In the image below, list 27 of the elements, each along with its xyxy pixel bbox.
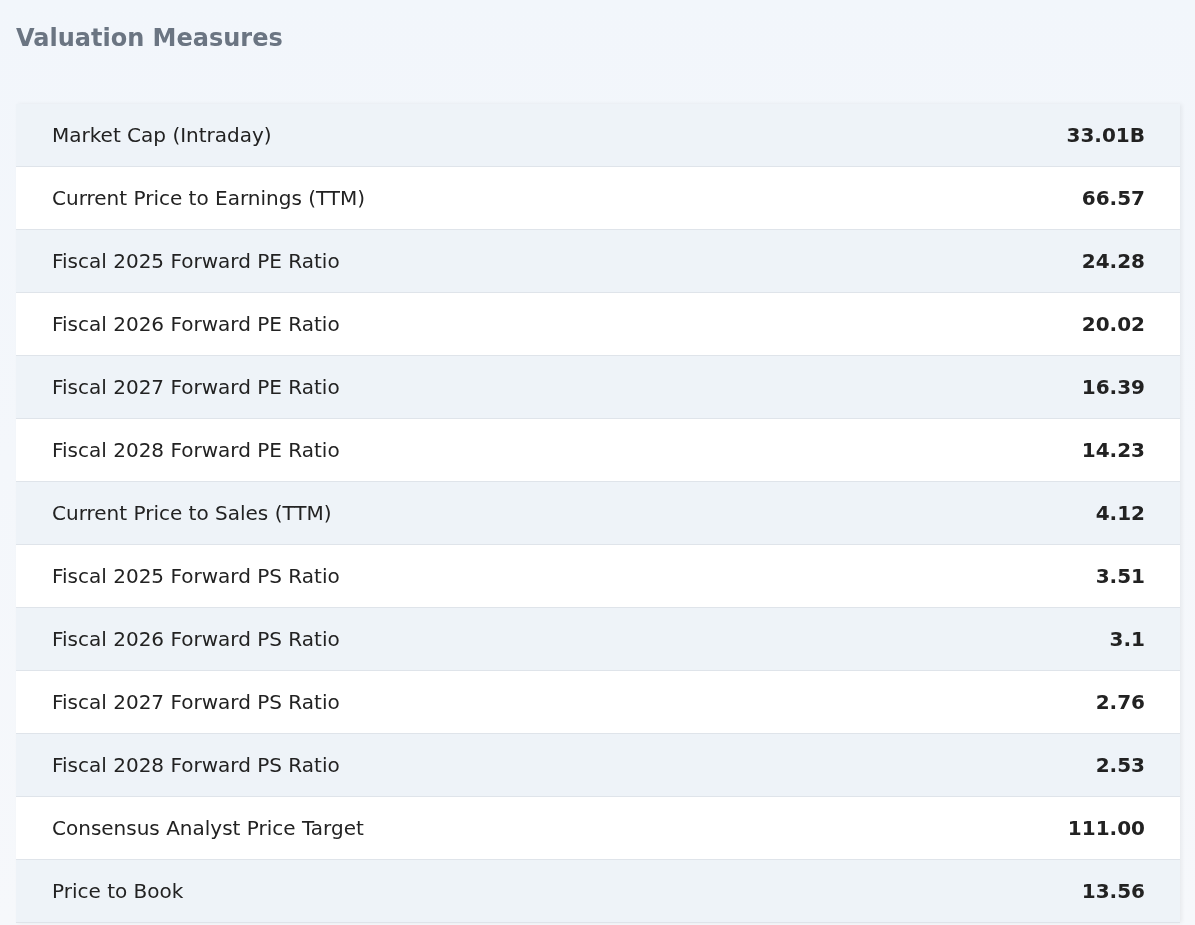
table-cell: Fiscal 2028 Forward PS Ratio	[52, 753, 340, 777]
table-cell: 3.51	[1095, 564, 1145, 588]
table-cell: 66.57	[1081, 186, 1145, 210]
table-cell: 2.76	[1095, 690, 1145, 714]
table-cell: 111.00	[1067, 816, 1145, 840]
table-cell: Fiscal 2027 Forward PE Ratio	[52, 375, 340, 399]
table-cell: Price to Book	[52, 879, 184, 903]
table-cell: Fiscal 2025 Forward PE Ratio	[52, 249, 340, 273]
section-title: Valuation Measures	[16, 23, 283, 54]
table-cell: Fiscal 2026 Forward PE Ratio	[52, 312, 340, 336]
table-cell: Fiscal 2028 Forward PE Ratio	[52, 438, 340, 462]
table-cell: Fiscal 2026 Forward PS Ratio	[52, 627, 340, 651]
table-cell: 4.12	[1095, 501, 1145, 525]
table-cell: 20.02	[1081, 312, 1145, 336]
table-cell: Current Price to Sales (TTM)	[52, 501, 332, 525]
table-cell: Market Cap (Intraday)	[52, 123, 272, 147]
table-cell: 3.1	[1109, 627, 1145, 651]
table-cell: 13.56	[1081, 879, 1145, 903]
table-cell: Current Price to Earnings (TTM)	[52, 186, 366, 210]
table-cell: Fiscal 2025 Forward PS Ratio	[52, 564, 340, 588]
table-cell: 2.53	[1095, 753, 1145, 777]
table-cell: Consensus Analyst Price Target	[52, 816, 364, 840]
table-cell: 33.01B	[1066, 123, 1145, 147]
table-cell: 14.23	[1081, 438, 1145, 462]
table-cell: 24.28	[1081, 249, 1145, 273]
table-cell: Fiscal 2027 Forward PS Ratio	[52, 690, 340, 714]
table-cell: 16.39	[1081, 375, 1145, 399]
